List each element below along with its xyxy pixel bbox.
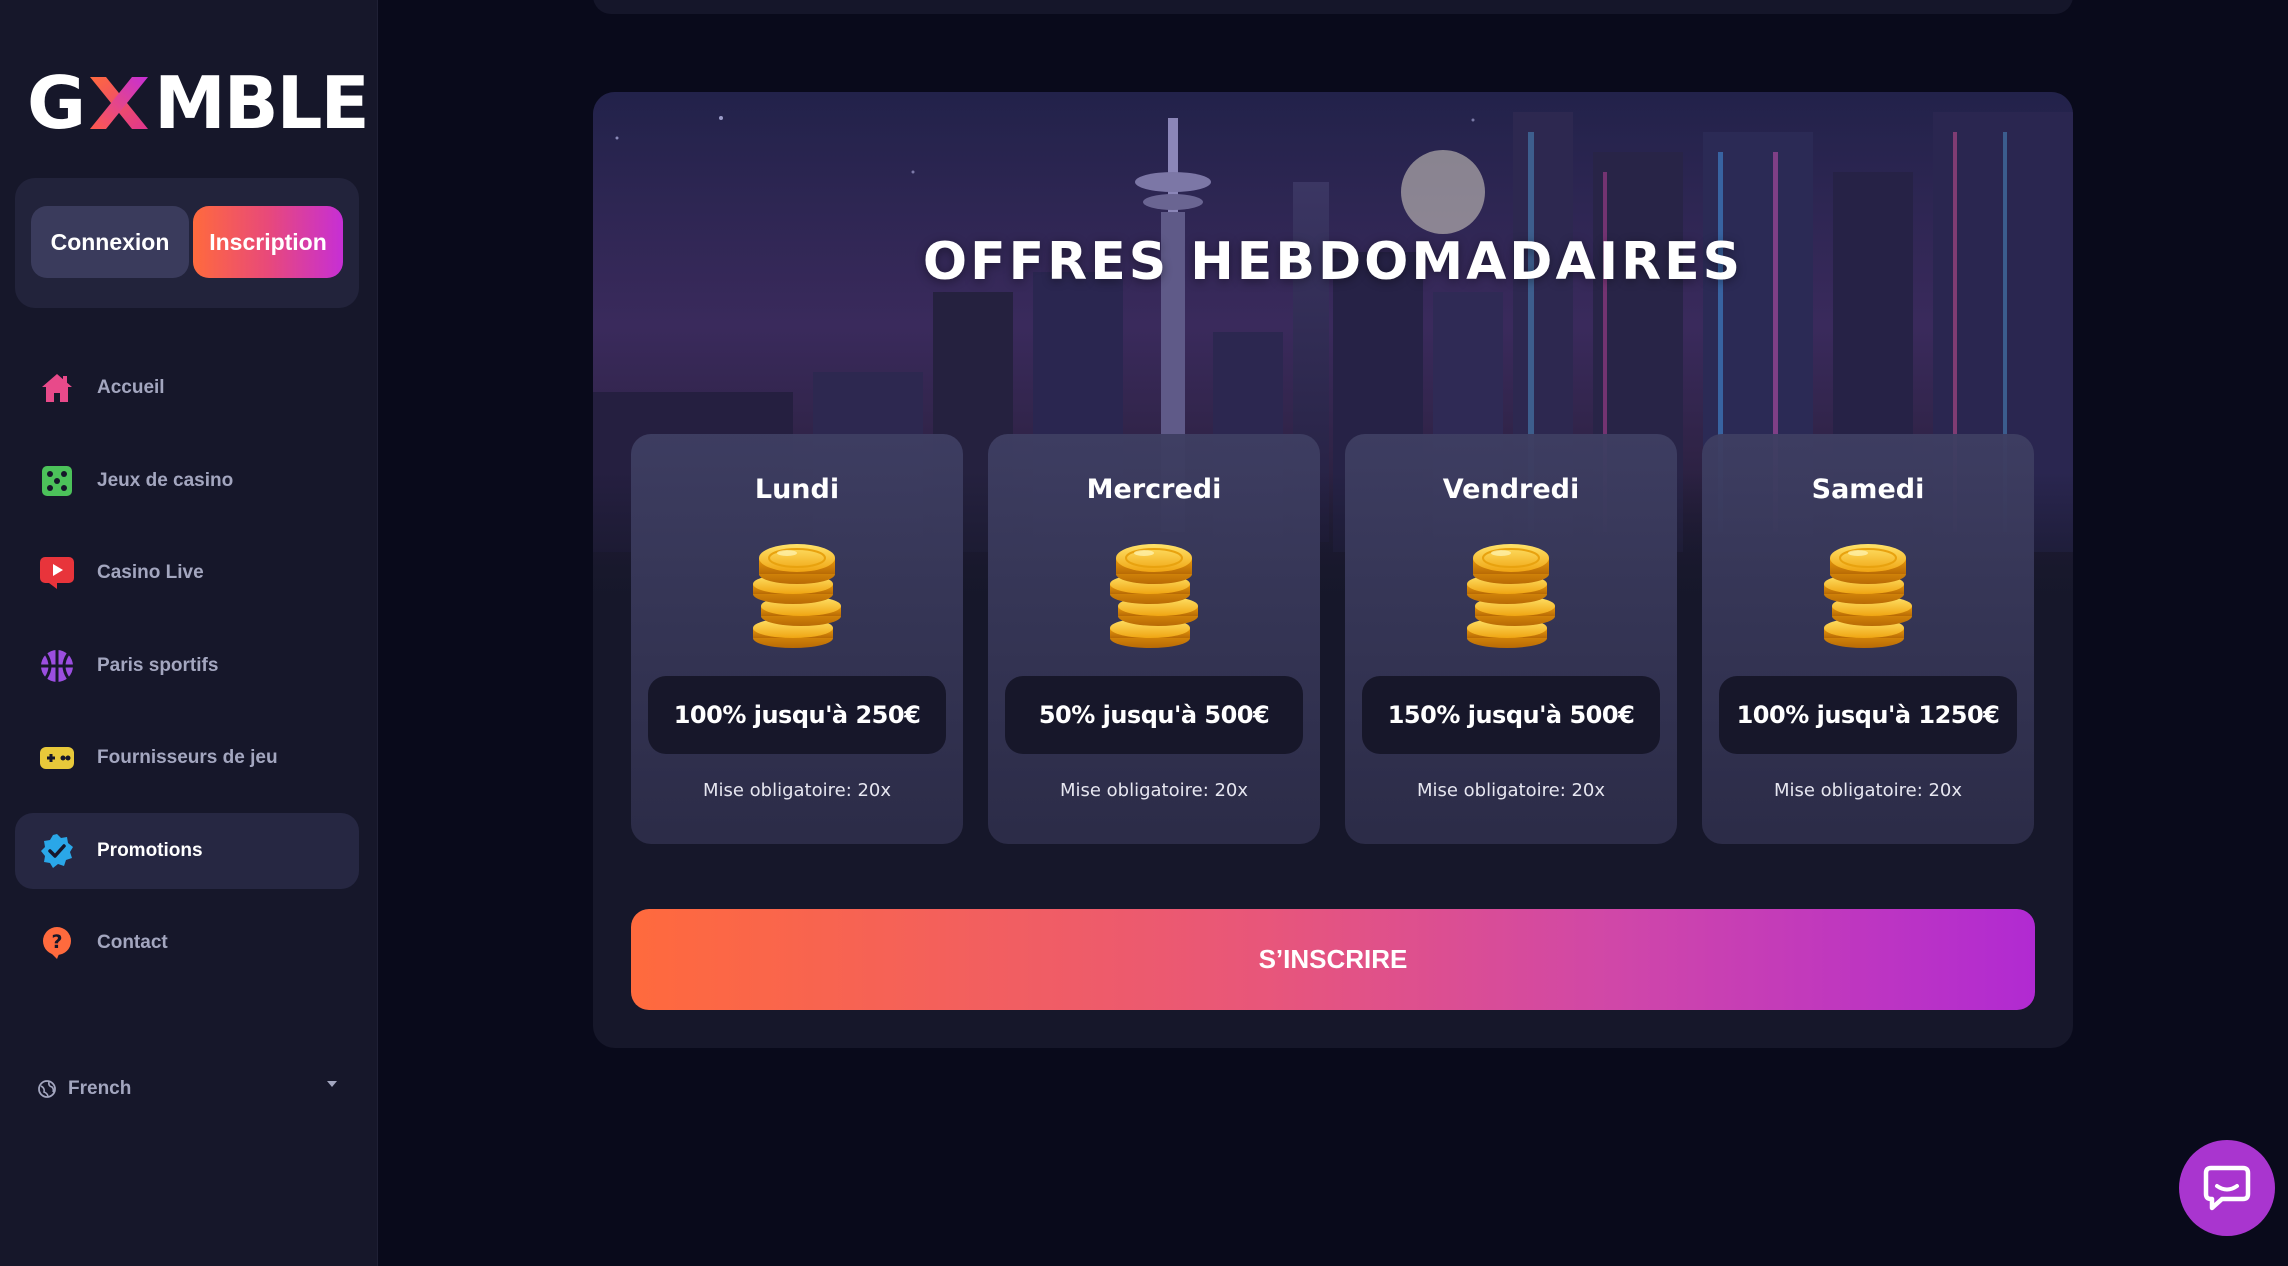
logo-text-left: G bbox=[27, 61, 86, 145]
offer-wager: Mise obligatoire: 20x bbox=[1059, 780, 1249, 801]
sidebar-item-label: Fournisseurs de jeu bbox=[97, 747, 278, 768]
offer-day: Mercredi bbox=[1086, 474, 1222, 505]
logo-text-right: MBLE bbox=[154, 61, 370, 145]
promo-title: OFFRES HEBDOMADAIRES bbox=[922, 232, 1744, 292]
app: G MBLE Connexion Inscription Accueil Jeu… bbox=[0, 0, 2288, 1266]
offers-grid: Lundi 100% jusqu'à 250€ Mise obligatoire… bbox=[631, 434, 2035, 844]
sidebar: G MBLE Connexion Inscription Accueil Jeu… bbox=[0, 0, 378, 1266]
svg-text:?: ? bbox=[51, 931, 62, 953]
basketball-icon bbox=[39, 648, 75, 684]
offer-card: Mercredi 50% jusqu'à 500€ Mise obligatoi… bbox=[988, 434, 1320, 844]
register-cta-button[interactable]: S’INSCRIRE bbox=[631, 909, 2035, 1010]
coins-icon bbox=[1104, 542, 1204, 652]
language-label: French bbox=[68, 1078, 132, 1099]
sidebar-item-contact[interactable]: ? Contact bbox=[15, 905, 359, 981]
signup-button[interactable]: Inscription bbox=[193, 206, 343, 278]
offer-card: Samedi 100% jusqu'à 1250€ Mise obligatoi… bbox=[1702, 434, 2034, 844]
offer-amount: 50% jusqu'à 500€ bbox=[1005, 676, 1303, 754]
offer-amount: 150% jusqu'à 500€ bbox=[1362, 676, 1660, 754]
offer-amount: 100% jusqu'à 1250€ bbox=[1719, 676, 2017, 754]
dice-icon bbox=[39, 463, 75, 499]
badge-check-icon bbox=[39, 833, 75, 869]
sidebar-item-providers[interactable]: Fournisseurs de jeu bbox=[15, 720, 359, 796]
help-icon: ? bbox=[39, 925, 75, 961]
globe-icon bbox=[38, 1080, 56, 1098]
offer-day: Samedi bbox=[1811, 474, 1925, 505]
offer-wager: Mise obligatoire: 20x bbox=[702, 780, 892, 801]
sidebar-item-sports-betting[interactable]: Paris sportifs bbox=[15, 628, 359, 704]
sidebar-item-label: Accueil bbox=[97, 377, 165, 398]
language-selector[interactable]: French bbox=[38, 1072, 338, 1106]
sidebar-item-live-casino[interactable]: Casino Live bbox=[15, 535, 359, 611]
offer-wager: Mise obligatoire: 20x bbox=[1416, 780, 1606, 801]
logo-x-mark bbox=[90, 77, 149, 129]
sidebar-item-label: Contact bbox=[97, 932, 168, 953]
offer-amount: 100% jusqu'à 250€ bbox=[648, 676, 946, 754]
play-icon bbox=[39, 555, 75, 591]
auth-box: Connexion Inscription bbox=[15, 178, 359, 308]
sidebar-nav: Accueil Jeux de casino Casino Live Paris… bbox=[15, 350, 359, 998]
top-card-edge bbox=[593, 0, 2073, 14]
sidebar-item-accueil[interactable]: Accueil bbox=[15, 350, 359, 426]
chat-icon bbox=[2203, 1165, 2251, 1211]
offer-day: Lundi bbox=[754, 474, 840, 505]
sidebar-item-promotions[interactable]: Promotions bbox=[15, 812, 359, 889]
sidebar-item-label: Paris sportifs bbox=[97, 654, 219, 676]
sidebar-item-label: Casino Live bbox=[97, 562, 204, 583]
sidebar-item-casino-games[interactable]: Jeux de casino bbox=[15, 443, 359, 519]
logo[interactable]: G MBLE bbox=[27, 61, 370, 145]
chevron-down-icon bbox=[327, 1081, 337, 1087]
login-button[interactable]: Connexion bbox=[31, 206, 189, 278]
offer-wager: Mise obligatoire: 20x bbox=[1773, 780, 1963, 801]
weekly-offers-card: OFFRES HEBDOMADAIRES Lundi 100% jusqu'à … bbox=[593, 92, 2073, 1048]
home-icon bbox=[39, 370, 75, 406]
coins-icon bbox=[1818, 542, 1918, 652]
coins-icon bbox=[747, 542, 847, 652]
sidebar-item-label: Promotions bbox=[97, 839, 203, 861]
sidebar-item-label: Jeux de casino bbox=[97, 469, 234, 491]
offer-card: Lundi 100% jusqu'à 250€ Mise obligatoire… bbox=[631, 434, 963, 844]
offer-card: Vendredi 150% jusqu'à 500€ Mise obligato… bbox=[1345, 434, 1677, 844]
coins-icon bbox=[1461, 542, 1561, 652]
chat-button[interactable] bbox=[2179, 1140, 2275, 1236]
gamepad-icon bbox=[39, 740, 75, 776]
offer-day: Vendredi bbox=[1442, 474, 1580, 505]
